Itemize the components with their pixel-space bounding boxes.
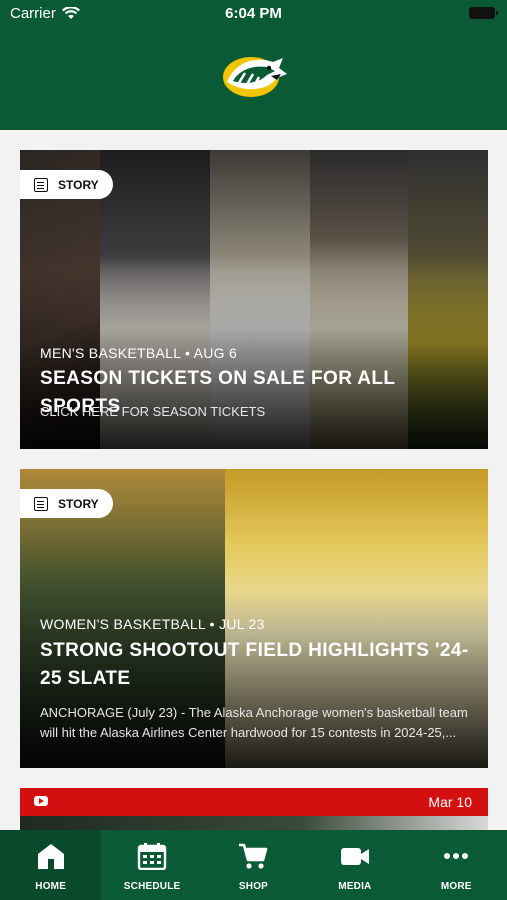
story-badge: STORY bbox=[20, 489, 113, 518]
tab-label: SHOP bbox=[238, 881, 269, 892]
cart-icon bbox=[239, 843, 268, 869]
video-thumbnail bbox=[20, 816, 488, 830]
story-card[interactable]: STORY WOMEN'S BASKETBALL • JUL 23 STRONG… bbox=[20, 469, 488, 768]
story-title: STRONG SHOOTOUT FIELD HIGHLIGHTS '24-25 … bbox=[40, 640, 469, 689]
tab-more[interactable]: MORE bbox=[406, 830, 507, 900]
story-meta: MEN'S BASKETBALL • AUG 6 bbox=[40, 345, 238, 361]
video-card[interactable]: Mar 10 bbox=[20, 788, 488, 830]
calendar-icon bbox=[137, 843, 167, 870]
tab-schedule[interactable]: SCHEDULE bbox=[101, 830, 202, 900]
story-badge: STORY bbox=[20, 170, 113, 199]
status-time: 6:04 PM bbox=[225, 5, 282, 22]
tab-home[interactable]: HOME bbox=[0, 830, 102, 900]
video-card-header: Mar 10 bbox=[20, 788, 488, 816]
article-icon bbox=[34, 496, 48, 511]
seawolf-logo bbox=[223, 57, 287, 97]
tab-label: MORE bbox=[440, 881, 472, 892]
tab-label: SCHEDULE bbox=[123, 881, 181, 892]
tab-shop[interactable]: SHOP bbox=[203, 830, 304, 900]
video-date: Mar 10 bbox=[428, 794, 472, 810]
app-header: Carrier 6:04 PM bbox=[0, 0, 507, 130]
story-subtitle: CLICK HERE FOR SEASON TICKETS bbox=[40, 404, 266, 419]
youtube-icon bbox=[34, 796, 48, 806]
battery-icon bbox=[469, 7, 498, 19]
article-icon bbox=[34, 177, 48, 192]
badge-label: STORY bbox=[58, 177, 99, 192]
badge-label: STORY bbox=[58, 496, 99, 511]
story-meta: WOMEN'S BASKETBALL • JUL 23 bbox=[40, 616, 265, 632]
story-card[interactable]: STORY MEN'S BASKETBALL • AUG 6 SEASON TI… bbox=[20, 150, 488, 449]
story-subtitle: ANCHORAGE (July 23) - The Alaska Anchora… bbox=[40, 705, 468, 740]
app-screen: Carrier 6:04 PM STORY MEN'S BASKETBALL •… bbox=[0, 0, 507, 900]
tab-label: MEDIA bbox=[338, 881, 372, 892]
tab-media[interactable]: MEDIA bbox=[304, 830, 405, 900]
tab-label: HOME bbox=[35, 881, 67, 892]
video-camera-icon bbox=[340, 848, 369, 865]
status-bar: Carrier 6:04 PM bbox=[0, 0, 507, 28]
bottom-tab-bar: HOME SCHEDULE SHOP MEDIA MORE bbox=[0, 830, 507, 900]
news-feed[interactable]: STORY MEN'S BASKETBALL • AUG 6 SEASON TI… bbox=[0, 130, 507, 830]
more-icon bbox=[444, 853, 469, 859]
home-icon bbox=[37, 844, 64, 869]
